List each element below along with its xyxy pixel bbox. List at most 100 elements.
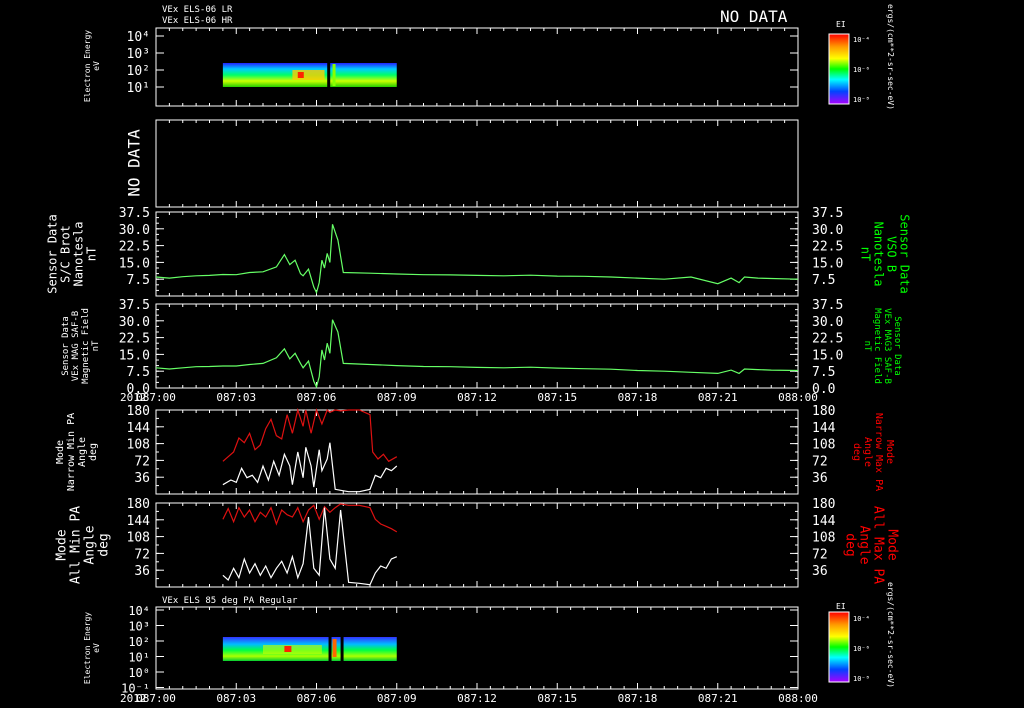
axis-label-line: Electron Energy xyxy=(83,612,92,684)
ylabel-spectrogram-bottom: Electron Energy eV xyxy=(83,612,101,684)
colorbar-gradient xyxy=(828,33,850,105)
x-tick-label: 087:15 xyxy=(537,391,577,404)
axis-label-line: S/C Brot xyxy=(59,225,73,283)
axis-label-line: VSO B xyxy=(885,236,899,272)
axis-label-line: Sensor Data xyxy=(46,214,60,293)
y-tick-label: 30.0 xyxy=(812,223,843,238)
y-tick-label: 36 xyxy=(812,564,828,579)
y-tick-label: 37.5 xyxy=(119,206,150,221)
y-tick-label: 22.5 xyxy=(812,240,843,255)
axis-label-line: nT xyxy=(85,247,99,261)
colorbar-bottom: EI 10⁻⁴ 10⁻⁶ 10⁻⁸ ergs/(cm**2-sr-sec-eV) xyxy=(828,582,895,688)
spectrogram-hot xyxy=(292,70,325,80)
axis-label-line: Angle xyxy=(77,437,88,467)
colorbar-tick: 10⁻⁸ xyxy=(853,96,870,104)
x-tick-label: 087:21 xyxy=(698,692,738,705)
y-tick-label: 72 xyxy=(812,547,828,562)
axis-label-line: VEx MAG SAF-B xyxy=(71,311,81,381)
y-tick-label: 15.0 xyxy=(812,256,843,271)
spectrogram-gap xyxy=(327,63,331,87)
axis-label-line: Mode xyxy=(55,440,66,464)
x-tick-label: 088:00 xyxy=(778,391,818,404)
y-tick-label: 180 xyxy=(812,497,835,512)
axis-label-line: Narrow Min PA xyxy=(66,413,77,491)
axis-label-line: Narrow Max PA xyxy=(873,413,884,491)
colorbar-units: ergs/(cm**2-sr-sec-eV) xyxy=(886,4,895,110)
y-tick-label: 22.5 xyxy=(119,240,150,255)
ylabel-right-mag-brot: Sensor DataVSO BNanoteslanT xyxy=(859,214,912,293)
spectrogram-spike xyxy=(332,64,336,86)
axis-label-line: Sensor Data xyxy=(898,214,912,293)
plot-canvas: VEx ELS-06 LR VEx ELS-06 HR NO DATA VEx … xyxy=(46,4,912,705)
colorbar-label: EI xyxy=(836,20,846,29)
axis-label-line: nT xyxy=(91,340,101,351)
series-line-brot xyxy=(155,224,799,295)
spectrogram-gap xyxy=(340,637,344,661)
axis-label-line: Angle xyxy=(857,525,872,564)
panel-mag-saf xyxy=(155,303,799,389)
axis-label-line: Magnetic Field xyxy=(872,308,882,384)
axis-label-line: Mode xyxy=(54,529,69,560)
y-tick-label: 10¹ xyxy=(127,81,150,96)
y-tick-label: 72 xyxy=(134,547,150,562)
ylabel-no-data: NO DATA xyxy=(124,129,143,197)
x-tick-label: 087:03 xyxy=(216,391,256,404)
y-tick-label: 10⁴ xyxy=(127,30,150,45)
y-tick-label: 144 xyxy=(812,421,836,436)
axis-label-line: Sensor Data xyxy=(61,316,71,376)
ylabel-right-pa-narrow: ModeNarrow Max PAAngledeg xyxy=(851,413,895,491)
x-tick-label: 087:18 xyxy=(618,391,658,404)
y-tick-label: 7.5 xyxy=(812,365,835,380)
y-tick-label: 7.5 xyxy=(127,273,150,288)
y-tick-label: 180 xyxy=(127,404,150,419)
axis-label-line: All Min PA xyxy=(68,506,83,584)
x-tick-label: 087:12 xyxy=(457,692,497,705)
axis-label-line: NO DATA xyxy=(124,129,143,197)
colorbar-label: EI xyxy=(836,602,846,611)
colorbar-gradient xyxy=(828,611,850,683)
axis-label-line: Magnetic Field xyxy=(81,308,91,384)
y-tick-label: 72 xyxy=(812,454,828,469)
y-tick-label: 30.0 xyxy=(119,315,150,330)
x-tick-label: 088:00 xyxy=(778,692,818,705)
y-tick-label: 10⁴ xyxy=(128,604,150,618)
colorbar-tick: 10⁻⁸ xyxy=(853,675,870,683)
axis-label-line: Nanotesla xyxy=(872,221,886,286)
y-tick-label: 15.0 xyxy=(119,348,150,363)
axis-label-line: Angle xyxy=(82,525,97,564)
y-tick-label: 30.0 xyxy=(119,223,150,238)
y-tick-label: 7.5 xyxy=(812,273,835,288)
x-tick-label: 087:21 xyxy=(698,391,738,404)
y-tick-label: 144 xyxy=(127,514,151,529)
axis-label-line: eV xyxy=(92,61,101,71)
axis-label-line: deg xyxy=(96,533,111,556)
axis-label-line: eV xyxy=(92,643,101,653)
colorbar-tick: 10⁻⁶ xyxy=(853,66,870,74)
ylabel-spectrogram-top: Electron Energy eV xyxy=(83,30,101,102)
series-line-saf xyxy=(155,319,799,389)
x-tick-label: 087:06 xyxy=(297,692,337,705)
axis-label-line: Mode xyxy=(885,529,900,560)
y-tick-label: 108 xyxy=(812,531,835,546)
x-tick-label: 087:00 xyxy=(136,391,176,404)
bottom-header: VEx ELS 85 deg PA Regular xyxy=(162,596,298,606)
colorbar-top: EI 10⁻⁴ 10⁻⁶ 10⁻⁸ ergs/(cm**2-sr-sec-eV) xyxy=(828,4,895,110)
y-tick-label: 36 xyxy=(134,471,150,486)
y-tick-label: 10³ xyxy=(127,47,150,62)
spectrogram-hot-core xyxy=(297,72,304,78)
x-tick-label: 087:00 xyxy=(136,692,176,705)
axis-label-line: deg xyxy=(843,533,858,556)
axis-label-line: nT xyxy=(859,247,873,261)
axis-label-line: Nanotesla xyxy=(72,221,86,286)
axis-label-line: deg xyxy=(851,443,862,461)
axis-label-line: Mode xyxy=(884,440,895,464)
spectrogram-hot xyxy=(263,645,322,654)
x-tick-label: 087:09 xyxy=(377,692,417,705)
axis-label-line: Angle xyxy=(862,437,873,467)
panel-mag-brot xyxy=(155,211,799,297)
y-tick-label: 22.5 xyxy=(812,332,843,347)
y-tick-label: 108 xyxy=(127,438,150,453)
y-tick-label: 36 xyxy=(134,564,150,579)
ylabel-mag-saf: Sensor Data VEx MAG SAF-B Magnetic Field nT xyxy=(61,308,101,384)
y-tick-label: 22.5 xyxy=(119,332,150,347)
